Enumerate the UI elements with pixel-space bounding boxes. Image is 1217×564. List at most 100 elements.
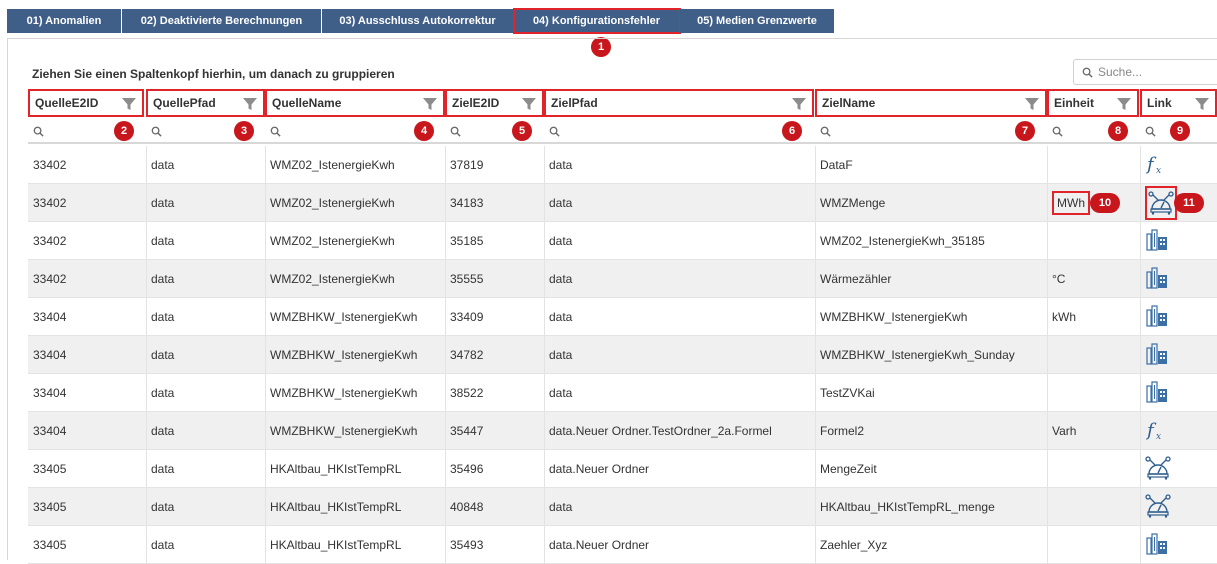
cell-ziel-id: 40848 bbox=[445, 488, 544, 526]
table-row[interactable]: 33402 data WMZ02_IstenergieKwh 35185 data WMZ… bbox=[28, 222, 1217, 260]
cell-ziel-id: 35447 bbox=[445, 412, 544, 450]
table-row[interactable]: 33405 data HKAltbau_HKIstTempRL 40848 data HK… bbox=[28, 488, 1217, 526]
building-icon[interactable] bbox=[1145, 380, 1169, 407]
filter-icon[interactable] bbox=[243, 97, 257, 111]
cell-ziel-pfad: data bbox=[544, 336, 815, 374]
column-header-quellepfad[interactable]: QuellePfad bbox=[146, 89, 265, 117]
search-icon bbox=[820, 126, 831, 137]
column-header-ziele2id[interactable]: ZielE2ID bbox=[445, 89, 544, 117]
cell-text: 33402 bbox=[33, 272, 67, 286]
header-row: QuelleE2ID QuellePfad QuelleName ZielE2I… bbox=[28, 89, 1217, 117]
filter-icon[interactable] bbox=[122, 97, 136, 111]
cell-text: WMZBHKW_IstenergieKwh bbox=[270, 348, 418, 362]
cell-text: HKAltbau_HKIstTempRL bbox=[270, 500, 402, 514]
meter-node-icon[interactable] bbox=[1145, 493, 1171, 521]
cell-link: fx bbox=[1140, 412, 1217, 450]
svg-text:x: x bbox=[1156, 166, 1161, 175]
cell-text: data bbox=[151, 272, 175, 286]
search-icon bbox=[1052, 126, 1063, 137]
cell-einheit bbox=[1047, 488, 1140, 526]
table-row[interactable]: 33404 data WMZBHKW_IstenergieKwh 34782 data W… bbox=[28, 336, 1217, 374]
cell-text: WMZBHKW_IstenergieKwh_Sunday bbox=[820, 348, 1015, 362]
formula-icon[interactable]: fx bbox=[1145, 419, 1165, 444]
cell-ziel-id: 35185 bbox=[445, 222, 544, 260]
column-divider bbox=[815, 146, 816, 564]
callout-badge: 6 bbox=[782, 121, 802, 141]
cell-ziel-pfad: data.Neuer Ordner bbox=[544, 450, 815, 488]
filter-icon[interactable] bbox=[792, 97, 806, 111]
table-row[interactable]: 33405 data HKAltbau_HKIstTempRL 35496 data.N… bbox=[28, 450, 1217, 488]
column-header-zielpfad[interactable]: ZielPfad bbox=[544, 89, 814, 117]
cell-einheit: °C bbox=[1047, 260, 1140, 298]
tab-konfigurationsfehler[interactable]: 04) Konfigurationsfehler bbox=[513, 8, 681, 34]
building-icon[interactable] bbox=[1145, 342, 1169, 369]
building-icon[interactable] bbox=[1145, 304, 1169, 331]
tab-medien-grenzwerte[interactable]: 05) Medien Grenzwerte bbox=[680, 9, 835, 33]
cell-text: data bbox=[549, 272, 573, 286]
column-header-quellee2id[interactable]: QuelleE2ID bbox=[28, 89, 144, 117]
column-divider bbox=[265, 146, 266, 564]
column-header-zielname[interactable]: ZielName bbox=[815, 89, 1047, 117]
callout-badge: 4 bbox=[414, 121, 434, 141]
cell-ziel-name: WMZ02_IstenergieKwh_35185 bbox=[815, 222, 1047, 260]
search-icon bbox=[1082, 67, 1093, 78]
table-row[interactable]: 33404 data WMZBHKW_IstenergieKwh 35447 data.… bbox=[28, 412, 1217, 450]
cell-einheit bbox=[1047, 526, 1140, 564]
cell-text: data bbox=[151, 386, 175, 400]
cell-text: data bbox=[549, 500, 573, 514]
callout-badge: 8 bbox=[1108, 121, 1128, 141]
search-input[interactable]: Suche... bbox=[1073, 59, 1217, 85]
cell-ziel-pfad: data bbox=[544, 374, 815, 412]
meter-node-icon[interactable] bbox=[1145, 186, 1177, 220]
cell-text: data bbox=[549, 158, 573, 172]
table-row[interactable]: 33402 data WMZ02_IstenergieKwh 37819 data Dat… bbox=[28, 146, 1217, 184]
cell-text: 33404 bbox=[33, 310, 67, 324]
table-row[interactable]: 33404 data WMZBHKW_IstenergieKwh 33409 data W… bbox=[28, 298, 1217, 336]
cell-text: Zaehler_Xyz bbox=[820, 538, 888, 552]
filter-icon[interactable] bbox=[1025, 97, 1039, 111]
cell-ziel-pfad: data bbox=[544, 222, 815, 260]
table-row[interactable]: 33405 data HKAltbau_HKIstTempRL 35493 data.N… bbox=[28, 526, 1217, 564]
cell-text: data bbox=[151, 158, 175, 172]
cell-ziel-id: 34183 bbox=[445, 184, 544, 222]
callout-badge: 7 bbox=[1015, 121, 1035, 141]
column-header-link[interactable]: Link bbox=[1140, 89, 1217, 117]
svg-text:x: x bbox=[1156, 432, 1161, 441]
filter-icon[interactable] bbox=[522, 97, 536, 111]
cell-text: kWh bbox=[1052, 310, 1076, 324]
cell-text: data bbox=[151, 196, 175, 210]
filter-icon[interactable] bbox=[423, 97, 437, 111]
table-row[interactable]: 33402 data WMZ02_IstenergieKwh 35555 data Wär… bbox=[28, 260, 1217, 298]
cell-quelle-id: 33404 bbox=[28, 298, 146, 336]
filter-input-zielname[interactable] bbox=[815, 118, 1047, 144]
cell-quelle-pfad: data bbox=[146, 146, 265, 184]
building-icon[interactable] bbox=[1145, 532, 1169, 559]
tab-ausschluss-autokorrektur[interactable]: 03) Ausschluss Autokorrektur bbox=[322, 9, 514, 33]
cell-quelle-id: 33404 bbox=[28, 412, 146, 450]
cell-quelle-name: WMZ02_IstenergieKwh bbox=[265, 146, 445, 184]
cell-ziel-id: 33409 bbox=[445, 298, 544, 336]
column-header-einheit[interactable]: Einheit bbox=[1047, 89, 1139, 117]
search-icon bbox=[549, 126, 560, 137]
filter-input-zielpfad[interactable] bbox=[544, 118, 814, 144]
cell-text: 33404 bbox=[33, 424, 67, 438]
building-icon[interactable] bbox=[1145, 228, 1169, 255]
cell-text: 35496 bbox=[450, 462, 484, 476]
cell-text: Varh bbox=[1052, 424, 1077, 438]
search-icon bbox=[1145, 126, 1156, 137]
table-row[interactable]: 33402 data WMZ02_IstenergieKwh 34183 data WMZ… bbox=[28, 184, 1217, 222]
table-row[interactable]: 33404 data WMZBHKW_IstenergieKwh 38522 data T… bbox=[28, 374, 1217, 412]
building-icon[interactable] bbox=[1145, 266, 1169, 293]
cell-einheit bbox=[1047, 336, 1140, 374]
cell-einheit bbox=[1047, 374, 1140, 412]
cell-einheit bbox=[1047, 450, 1140, 488]
cell-quelle-name: HKAltbau_HKIstTempRL bbox=[265, 450, 445, 488]
tab-anomalien[interactable]: 01) Anomalien bbox=[7, 9, 122, 33]
filter-icon[interactable] bbox=[1195, 97, 1209, 111]
tab-deaktivierte-berechnungen[interactable]: 02) Deaktivierte Berechnungen bbox=[122, 9, 322, 33]
column-header-quellename[interactable]: QuelleName bbox=[265, 89, 445, 117]
meter-node-icon[interactable] bbox=[1145, 455, 1171, 483]
filter-icon[interactable] bbox=[1117, 97, 1131, 111]
formula-icon[interactable]: fx bbox=[1145, 153, 1165, 178]
cell-text: 33402 bbox=[33, 158, 67, 172]
